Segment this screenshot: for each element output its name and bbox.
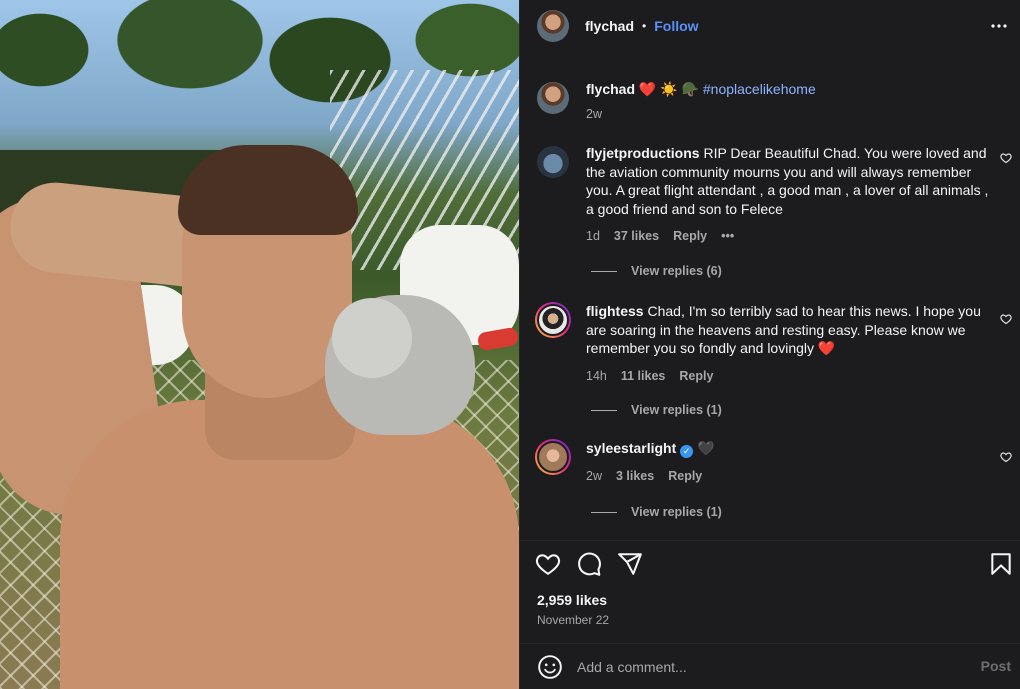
comment-like-heart-icon[interactable] bbox=[1000, 313, 1012, 325]
post-header: flychad • Follow bbox=[520, 0, 1020, 52]
comment-meta: 1d 37 likes Reply ••• bbox=[586, 227, 998, 246]
author-avatar[interactable] bbox=[537, 82, 569, 114]
view-replies-button[interactable]: View replies (1) bbox=[591, 403, 722, 417]
caption-hashtag[interactable]: #noplacelikehome bbox=[703, 81, 816, 97]
comment-likes[interactable]: 3 likes bbox=[616, 467, 654, 486]
bookmark-icon bbox=[991, 553, 1011, 575]
comment-item: flightess Chad, I'm so terribly sad to h… bbox=[520, 302, 1020, 385]
replies-divider bbox=[591, 409, 617, 411]
author-avatar[interactable] bbox=[537, 9, 569, 42]
view-replies-button[interactable]: View replies (1) bbox=[591, 505, 722, 519]
comment-body: flightess Chad, I'm so terribly sad to h… bbox=[586, 302, 998, 385]
replies-divider bbox=[591, 511, 617, 513]
comment-username[interactable]: flyjetproductions bbox=[586, 145, 700, 161]
action-bar bbox=[520, 540, 1020, 585]
post-date[interactable]: November 22 bbox=[537, 613, 609, 627]
photo-hair bbox=[178, 145, 358, 235]
comment-more-button[interactable]: ••• bbox=[721, 227, 734, 246]
comment-body: flyjetproductions RIP Dear Beautiful Cha… bbox=[586, 144, 998, 246]
add-comment-bar: Post bbox=[520, 643, 1020, 689]
comment-age: 14h bbox=[586, 368, 607, 383]
view-replies-button[interactable]: View replies (6) bbox=[591, 264, 722, 278]
post-photo[interactable] bbox=[0, 0, 519, 689]
emoji-button[interactable] bbox=[537, 654, 563, 680]
comment-icon bbox=[578, 552, 601, 576]
view-replies-label: View replies (6) bbox=[631, 264, 722, 278]
comment-like-heart-icon[interactable] bbox=[1000, 152, 1012, 164]
caption-emoji: ❤️ ☀️ 🪖 bbox=[638, 81, 699, 97]
comment-like-heart-icon[interactable] bbox=[1000, 451, 1012, 463]
likes-count[interactable]: 2,959 likes bbox=[537, 592, 607, 608]
replies-divider bbox=[591, 270, 617, 272]
caption-username[interactable]: flychad bbox=[586, 81, 635, 97]
more-options-icon bbox=[991, 24, 1007, 28]
verified-badge-icon: ✓ bbox=[680, 445, 694, 458]
comment-likes[interactable]: 37 likes bbox=[614, 227, 659, 246]
caption-meta: 2w bbox=[586, 105, 998, 124]
author-username[interactable]: flychad bbox=[585, 18, 634, 34]
share-icon bbox=[618, 553, 642, 575]
caption-age: 2w bbox=[586, 106, 602, 121]
ellipsis-horizontal-icon[interactable] bbox=[989, 16, 1009, 36]
comment-age: 1d bbox=[586, 229, 600, 243]
like-button[interactable] bbox=[535, 551, 561, 577]
comment-text: Chad, I'm so terribly sad to hear this n… bbox=[586, 303, 981, 356]
view-replies-label: View replies (1) bbox=[631, 403, 722, 417]
post-sidebar: flychad • Follow flychad ❤️ ☀️ 🪖 #noplac… bbox=[519, 0, 1020, 689]
commenter-avatar bbox=[537, 441, 569, 473]
comment-meta: 2w 3 likes Reply bbox=[586, 467, 998, 486]
reply-button[interactable]: Reply bbox=[668, 467, 702, 486]
post-comment-button[interactable]: Post bbox=[981, 658, 1011, 674]
comment-button[interactable] bbox=[576, 551, 602, 577]
story-ring[interactable] bbox=[535, 439, 571, 475]
heart-icon bbox=[1000, 314, 1012, 325]
caption-body: flychad ❤️ ☀️ 🪖 #noplacelikehome 2w bbox=[586, 80, 998, 123]
commenter-avatar[interactable] bbox=[537, 146, 569, 178]
comment-item: flyjetproductions RIP Dear Beautiful Cha… bbox=[520, 144, 1020, 246]
separator-dot: • bbox=[642, 18, 647, 33]
comment-username[interactable]: flightess bbox=[586, 303, 644, 319]
save-button[interactable] bbox=[988, 551, 1014, 577]
comments-thread[interactable]: flychad ❤️ ☀️ 🪖 #noplacelikehome 2w flyj… bbox=[520, 66, 1020, 536]
comment-username[interactable]: syleestarlight bbox=[586, 440, 676, 456]
heart-icon bbox=[535, 554, 561, 575]
reply-button[interactable]: Reply bbox=[679, 367, 713, 386]
reply-button[interactable]: Reply bbox=[673, 227, 707, 246]
post-view: flychad • Follow flychad ❤️ ☀️ 🪖 #noplac… bbox=[0, 0, 1020, 689]
comment-likes[interactable]: 11 likes bbox=[621, 367, 666, 386]
share-button[interactable] bbox=[617, 551, 643, 577]
photo-parrot-head bbox=[332, 298, 412, 378]
story-ring[interactable] bbox=[535, 302, 571, 338]
caption: flychad ❤️ ☀️ 🪖 #noplacelikehome 2w bbox=[520, 80, 1020, 123]
follow-button[interactable]: Follow bbox=[654, 18, 698, 34]
comment-age: 2w bbox=[586, 469, 602, 483]
heart-icon bbox=[1000, 153, 1012, 164]
add-comment-input[interactable] bbox=[577, 658, 957, 675]
view-replies-label: View replies (1) bbox=[631, 505, 722, 519]
comment-meta: 14h 11 likes Reply bbox=[586, 367, 998, 386]
heart-icon bbox=[1000, 452, 1012, 463]
commenter-avatar bbox=[537, 304, 569, 336]
comment-body: syleestarlight ✓ 🖤 2w 3 likes Reply bbox=[586, 439, 998, 486]
comment-text: 🖤 bbox=[697, 440, 715, 456]
comment-item: syleestarlight ✓ 🖤 2w 3 likes Reply bbox=[520, 439, 1020, 486]
emoji-icon bbox=[538, 654, 562, 679]
